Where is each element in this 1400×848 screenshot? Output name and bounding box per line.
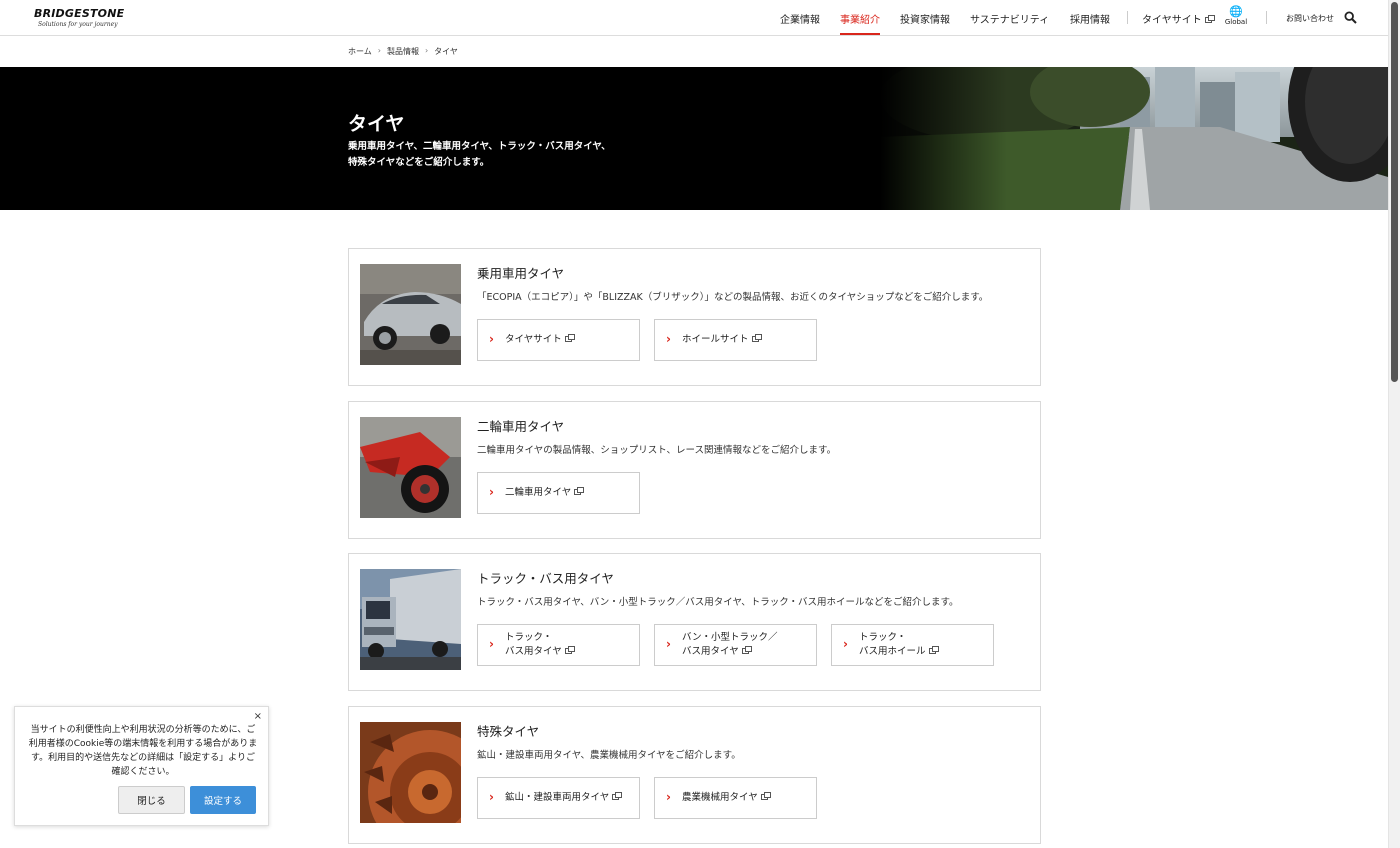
nav-investors[interactable]: 投資家情報 [900,11,950,35]
van-light-truck-tire-button[interactable]: › バン・小型トラック／ バス用タイヤ [654,624,817,666]
scrollbar-thumb[interactable] [1391,2,1398,382]
card-special-tires: 特殊タイヤ 鉱山・建設車両用タイヤ、農業機械用タイヤをご紹介します。 › 鉱山・… [348,706,1041,844]
chevron-right-icon: › [666,636,671,651]
nav-divider [1127,11,1128,24]
nav-sustainability[interactable]: サステナビリティ [970,11,1049,35]
button-label-line2: バス用ホイール [859,646,926,657]
chevron-right-icon: › [666,789,671,804]
button-label-line1: バン・小型トラック／ [682,632,778,643]
breadcrumb: ホーム › 製品情報 › タイヤ [348,46,458,57]
page-subtitle: 乗用車用タイヤ、二輪車用タイヤ、トラック・バス用タイヤ、 特殊タイヤなどをご紹介し… [348,141,611,168]
motorcycle-tire-button[interactable]: › 二輪車用タイヤ [477,472,640,514]
external-link-icon [741,646,752,654]
card-title: 特殊タイヤ [477,724,540,739]
site-header: BRIDGESTONE Solutions for your journey 企… [0,0,1388,36]
motorcycle-image [360,417,461,518]
button-label: 鉱山・建設車両用タイヤ [505,792,610,803]
page-scrollbar[interactable] [1388,0,1400,848]
card-truck-bus-tires: トラック・バス用タイヤ トラック・バス用タイヤ、バン・小型トラック／バス用タイヤ… [348,553,1041,691]
agricultural-tire-button[interactable]: › 農業機械用タイヤ [654,777,817,819]
chevron-right-icon: › [489,484,494,499]
chevron-right-icon: › [424,46,429,55]
breadcrumb-current: タイヤ [434,47,458,56]
cookie-banner: × 当サイトの利便性向上や利用状況の分析等のために、ご利用者様のCookie等の… [14,706,269,826]
button-label-line1: トラック・ [859,632,907,643]
chevron-right-icon: › [377,46,381,55]
logo-wordmark: BRIDGESTONE [34,7,125,20]
chevron-right-icon: › [489,789,494,804]
button-label: タイヤサイト [505,334,562,345]
chevron-right-icon: › [489,636,494,651]
cookie-message: 当サイトの利便性向上や利用状況の分析等のために、ご利用者様のCookie等の端末… [28,725,258,777]
nav-tire-site-label: タイヤサイト [1142,15,1202,26]
mining-tire-image [360,722,461,823]
external-link-icon [928,646,939,654]
external-link-icon [574,487,585,495]
nav-tire-site[interactable]: タイヤサイト [1142,11,1215,35]
cookie-settings-button[interactable]: 設定する [190,786,256,814]
wheel-site-button[interactable]: › ホイールサイト [654,319,817,361]
external-link-icon [564,334,575,342]
breadcrumb-products[interactable]: 製品情報 [387,46,419,57]
bridgestone-logo[interactable]: BRIDGESTONE Solutions for your journey [34,7,124,28]
cookie-close-button[interactable]: 閉じる [118,786,185,814]
hero-image [880,67,1388,210]
tire-site-button[interactable]: › タイヤサイト [477,319,640,361]
chevron-right-icon: › [843,636,848,651]
external-link-icon [751,334,762,342]
truck-bus-tire-button[interactable]: › トラック・バス用タイヤ [477,624,640,666]
button-label-line2: バス用タイヤ [682,646,739,657]
card-description: 二輪車用タイヤの製品情報、ショップリスト、レース関連情報などをご紹介します。 [477,445,837,456]
breadcrumb-home[interactable]: ホーム [348,46,372,57]
nav-divider [1266,11,1267,24]
external-link-icon [612,792,623,800]
chevron-right-icon: › [666,331,671,346]
nav-recruit[interactable]: 採用情報 [1070,11,1110,35]
nav-business[interactable]: 事業紹介 [840,11,880,35]
card-title: 二輪車用タイヤ [477,419,565,434]
card-title: トラック・バス用タイヤ [477,571,614,586]
card-description: 「ECOPIA（エコピア）」や「BLIZZAK（ブリザック）」などの製品情報、お… [477,292,989,303]
external-link-icon [760,792,771,800]
search-icon[interactable] [1344,11,1357,24]
button-label: 二輪車用タイヤ [505,487,572,498]
page-title: タイヤ [348,113,405,135]
card-motorcycle-tires: 二輪車用タイヤ 二輪車用タイヤの製品情報、ショップリスト、レース関連情報などをご… [348,401,1041,539]
external-link-icon [564,646,575,654]
contact-link[interactable]: お問い合わせ [1286,13,1334,24]
global-label: Global [1224,18,1248,26]
globe-icon: 🌐 [1229,5,1243,18]
chevron-right-icon: › [489,331,494,346]
truck-bus-wheel-button[interactable]: › トラック・バス用ホイール [831,624,994,666]
close-icon[interactable]: × [254,711,262,722]
card-description: 鉱山・建設車両用タイヤ、農業機械用タイヤをご紹介します。 [477,750,741,761]
card-passenger-tires: 乗用車用タイヤ 「ECOPIA（エコピア）」や「BLIZZAK（ブリザック）」な… [348,248,1041,386]
truck-image [360,569,461,670]
card-title: 乗用車用タイヤ [477,266,565,281]
mining-construction-tire-button[interactable]: › 鉱山・建設車両用タイヤ [477,777,640,819]
button-label-line2: バス用タイヤ [505,646,562,657]
card-description: トラック・バス用タイヤ、バン・小型トラック／バス用タイヤ、トラック・バス用ホイー… [477,597,959,608]
passenger-car-image [360,264,461,365]
nav-corporate[interactable]: 企業情報 [780,11,820,35]
global-link[interactable]: 🌐 Global [1224,5,1248,27]
logo-tagline: Solutions for your journey [38,21,118,28]
hero-banner: タイヤ 乗用車用タイヤ、二輪車用タイヤ、トラック・バス用タイヤ、 特殊タイヤなどを… [0,67,1388,210]
button-label: ホイールサイト [682,334,749,345]
button-label-line1: トラック・ [505,632,553,643]
external-link-icon [1204,15,1215,23]
button-label: 農業機械用タイヤ [682,792,758,803]
